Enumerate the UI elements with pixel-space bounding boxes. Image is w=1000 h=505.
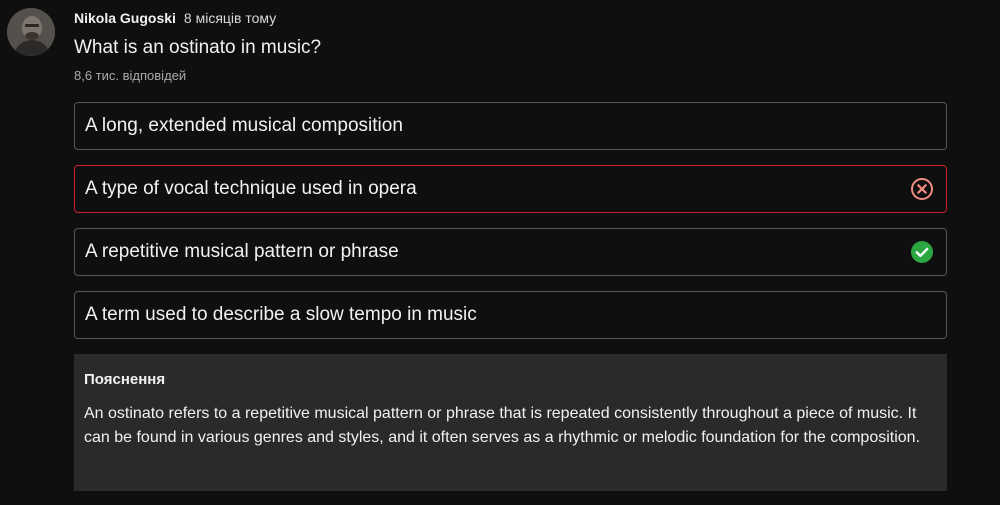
post-time[interactable]: 8 місяців тому bbox=[184, 10, 276, 26]
x-circle-icon bbox=[910, 177, 934, 201]
explanation-text: An ostinato refers to a repetitive music… bbox=[84, 405, 921, 446]
quiz-option-1[interactable]: A long, extended musical composition bbox=[74, 102, 947, 150]
explanation-title: Пояснення bbox=[84, 371, 166, 388]
quiz-option-2[interactable]: A type of vocal technique used in opera bbox=[74, 165, 947, 213]
option-label: A term used to describe a slow tempo in … bbox=[85, 304, 477, 325]
avatar-image bbox=[7, 8, 55, 56]
quiz-options: A long, extended musical composition A t… bbox=[74, 102, 947, 354]
author-name[interactable]: Nikola Gugoski bbox=[74, 10, 176, 26]
option-label: A long, extended musical composition bbox=[85, 115, 403, 136]
quiz-question: What is an ostinato in music? bbox=[74, 37, 322, 58]
quiz-option-3[interactable]: A repetitive musical pattern or phrase bbox=[74, 228, 947, 276]
explanation-box: Пояснення An ostinato refers to a repeti… bbox=[74, 354, 947, 491]
option-label: A repetitive musical pattern or phrase bbox=[85, 241, 399, 262]
post-meta: Nikola Gugoski 8 місяців тому bbox=[74, 10, 276, 28]
avatar[interactable] bbox=[7, 8, 55, 56]
quiz-post: Nikola Gugoski 8 місяців тому What is an… bbox=[0, 0, 1000, 505]
option-label: A type of vocal technique used in opera bbox=[85, 178, 417, 199]
check-circle-icon bbox=[910, 240, 934, 264]
quiz-option-4[interactable]: A term used to describe a slow tempo in … bbox=[74, 291, 947, 339]
answers-count: 8,6 тис. відповідей bbox=[74, 68, 187, 83]
